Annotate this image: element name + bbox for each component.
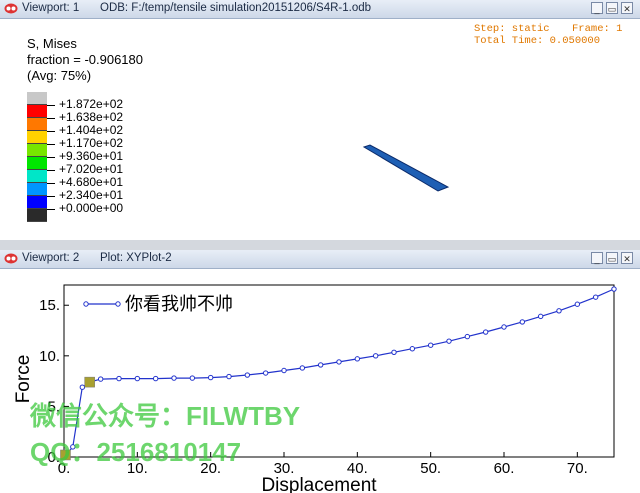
colorbar-label: +9.360e+01 xyxy=(59,149,124,163)
x-axis-label: Displacement xyxy=(261,475,377,493)
contour-colorbar xyxy=(27,92,47,222)
watermark-line-2: QQ：2516810147 xyxy=(30,437,242,467)
colorbar-label: +1.872e+02 xyxy=(59,97,124,111)
data-point xyxy=(354,356,361,362)
legend-marker xyxy=(115,301,121,307)
watermark-line-1: 微信公众号：FILWTBY xyxy=(30,401,301,431)
data-point xyxy=(152,375,159,382)
data-point xyxy=(519,319,526,325)
colorbar-swatch xyxy=(27,92,47,105)
colorbar-label: +0.000e+00 xyxy=(59,201,124,215)
data-point xyxy=(97,376,104,382)
data-point xyxy=(409,346,416,352)
part-shell xyxy=(362,144,450,192)
data-point xyxy=(372,353,379,359)
viewport-2-title: Viewport: 2 xyxy=(22,252,80,264)
colorbar-tick xyxy=(47,170,55,171)
data-point xyxy=(189,375,196,381)
colorbar-tick xyxy=(47,105,55,106)
legend-marker xyxy=(83,301,89,307)
data-point xyxy=(207,374,214,381)
colorbar-swatch xyxy=(27,183,47,196)
x-tick-label: 60. xyxy=(494,460,515,477)
odb-path: ODB: F:/temp/tensile simulation20151206/… xyxy=(100,2,372,14)
data-point xyxy=(244,372,251,378)
colorbar-swatch xyxy=(27,144,47,157)
restore-button[interactable]: ▭ xyxy=(606,252,618,264)
averaging-label: (Avg: 75%) xyxy=(27,68,92,83)
colorbar-tick xyxy=(47,144,55,145)
minimize-button[interactable]: _ xyxy=(591,252,603,264)
close-button[interactable]: ✕ xyxy=(621,252,633,264)
legend-label: 你看我帅不帅 xyxy=(125,294,233,315)
colorbar-label: +1.638e+02 xyxy=(59,110,124,124)
colorbar-tick xyxy=(47,131,55,132)
colorbar-swatch xyxy=(27,170,47,183)
colorbar-swatch xyxy=(27,209,47,222)
data-point xyxy=(116,375,122,382)
x-tick-label: 70. xyxy=(567,460,588,477)
data-point xyxy=(574,301,581,307)
colorbar-swatch xyxy=(27,105,47,118)
colorbar-label: +7.020e+01 xyxy=(59,162,124,176)
data-point xyxy=(427,342,434,348)
data-point xyxy=(79,384,86,390)
colorbar-tick xyxy=(47,118,55,119)
data-point xyxy=(262,370,269,376)
data-point xyxy=(482,329,489,335)
probe-marker xyxy=(84,376,95,388)
data-point xyxy=(299,365,306,371)
frame-label: Frame: 1 xyxy=(572,23,623,35)
colorbar-tick xyxy=(47,196,55,197)
data-point xyxy=(501,324,507,330)
colorbar-label: +4.680e+01 xyxy=(59,175,124,189)
colorbar-swatch xyxy=(27,131,47,144)
data-point xyxy=(446,338,452,344)
data-point xyxy=(556,308,562,314)
colorbar-label: +2.340e+01 xyxy=(59,188,124,202)
data-point xyxy=(391,349,397,355)
total-time-label: Total Time: 0.050000 xyxy=(474,35,601,47)
colorbar-tick xyxy=(47,183,55,184)
data-point xyxy=(592,294,599,300)
viewport-1-titlebar[interactable]: Viewport: 1 ODB: F:/temp/tensile simulat… xyxy=(0,0,640,19)
colorbar-swatch xyxy=(27,196,47,209)
colorbar-swatch xyxy=(27,118,47,131)
data-point xyxy=(464,333,471,340)
abaqus-logo-icon xyxy=(4,3,18,14)
abaqus-logo-icon xyxy=(4,253,18,264)
data-point xyxy=(336,359,342,365)
colorbar-tick xyxy=(47,209,55,210)
field-name: S, Mises xyxy=(27,36,77,51)
viewport-2-titlebar[interactable]: Viewport: 2 Plot: XYPlot-2 _ ▭ ✕ xyxy=(0,250,640,269)
y-tick-label: 15. xyxy=(39,297,60,314)
colorbar-tick xyxy=(47,157,55,158)
data-point xyxy=(611,286,617,292)
colorbar-label: +1.404e+02 xyxy=(59,123,124,137)
colorbar-label: +1.170e+02 xyxy=(59,136,124,150)
data-point xyxy=(171,375,177,381)
minimize-button[interactable]: _ xyxy=(591,2,603,14)
viewport-1-title: Viewport: 1 xyxy=(22,2,80,14)
data-point xyxy=(537,313,544,320)
data-point xyxy=(281,367,287,374)
plot-name: Plot: XYPlot-2 xyxy=(100,252,172,264)
fraction-label: fraction = -0.906180 xyxy=(27,52,143,67)
data-point xyxy=(317,362,324,368)
part-shell-plate xyxy=(362,144,450,192)
data-point xyxy=(226,373,232,380)
x-tick-label: 50. xyxy=(420,460,441,477)
restore-button[interactable]: ▭ xyxy=(606,2,618,14)
colorbar-swatch xyxy=(27,157,47,170)
data-point xyxy=(134,375,141,382)
y-tick-label: 10. xyxy=(39,348,60,365)
close-button[interactable]: ✕ xyxy=(621,2,633,14)
step-label: Step: static xyxy=(474,23,550,35)
viewport-separator xyxy=(0,240,640,250)
viewport-1[interactable]: Viewport: 1 ODB: F:/temp/tensile simulat… xyxy=(0,0,640,240)
